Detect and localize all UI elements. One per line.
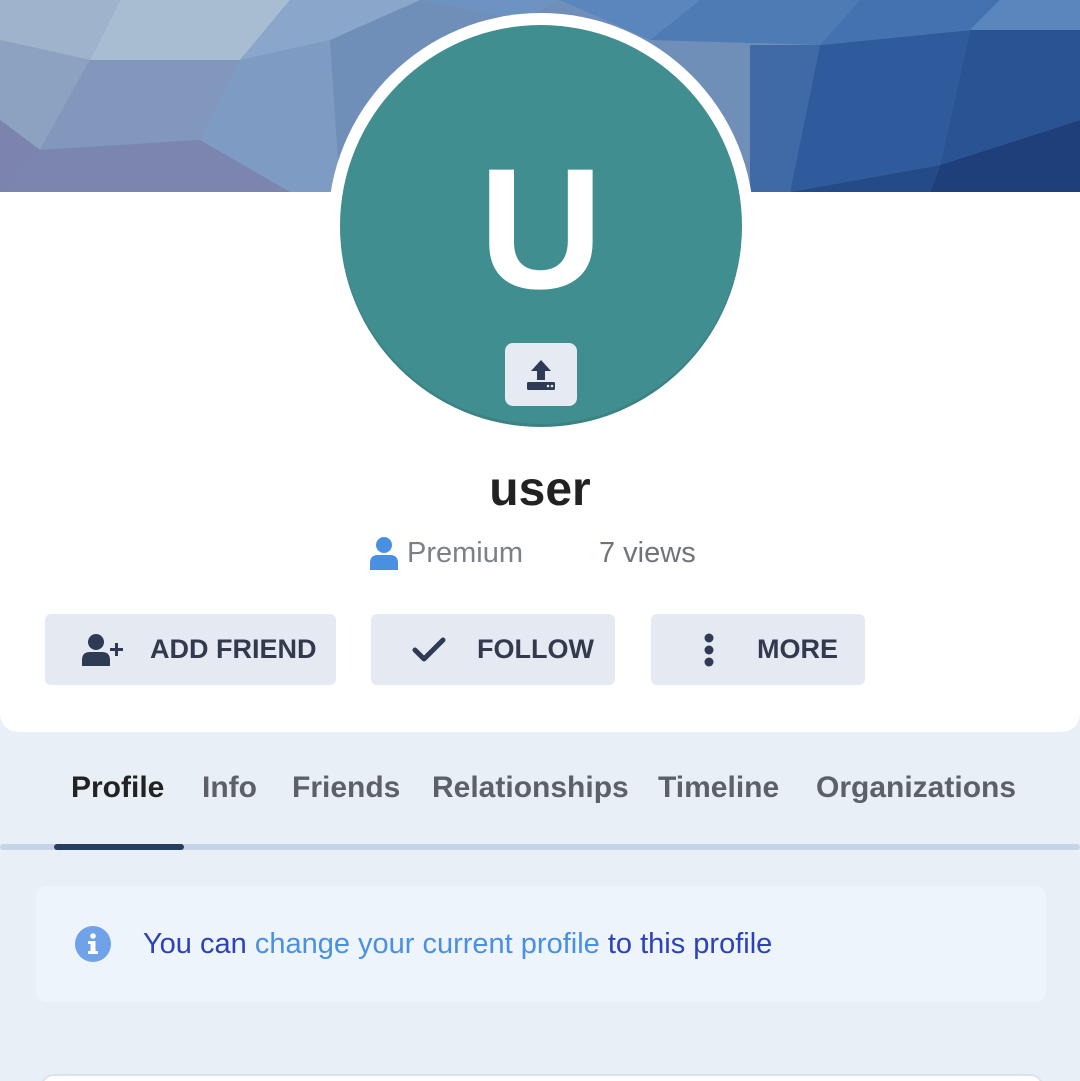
avatar-initial: U [478,133,604,325]
notice-suffix: to this profile [599,927,773,960]
content-card [40,1074,1044,1081]
tab-relationships[interactable]: Relationships [432,768,629,808]
checkmark-icon [412,637,446,661]
tab-friends[interactable]: Friends [292,768,400,808]
follow-label: FOLLOW [477,634,594,664]
tab-organizations[interactable]: Organizations [816,768,1016,808]
switch-profile-notice: You can change your current profile to t… [36,886,1046,1002]
more-label: MORE [757,634,838,664]
add-user-icon [82,633,123,666]
change-profile-link[interactable]: change your current profile [255,928,600,960]
follow-button[interactable]: FOLLOW [371,614,615,685]
active-tab-indicator [54,844,184,850]
upload-avatar-button[interactable] [505,343,577,406]
add-friend-button[interactable]: ADD FRIEND [45,614,336,685]
profile-views-count: 7 views [599,536,696,569]
vertical-ellipsis-icon [704,633,714,666]
upload-icon [527,359,555,390]
membership-label: Premium [407,536,524,569]
person-icon [370,537,398,570]
tab-info[interactable]: Info [202,768,257,808]
profile-tabs: Profile Info Friends Relationships Timel… [0,760,1080,820]
more-options-button[interactable]: MORE [651,614,865,685]
info-icon [75,926,111,962]
membership-badge: Premium [369,535,523,571]
avatar: U [340,25,742,427]
notice-text: You can change your current profile to t… [143,928,772,961]
tab-profile[interactable]: Profile [71,768,164,808]
profile-username: user [489,463,591,516]
tab-timeline[interactable]: Timeline [658,768,779,808]
add-friend-label: ADD FRIEND [150,634,317,664]
notice-prefix: You can [143,927,255,960]
